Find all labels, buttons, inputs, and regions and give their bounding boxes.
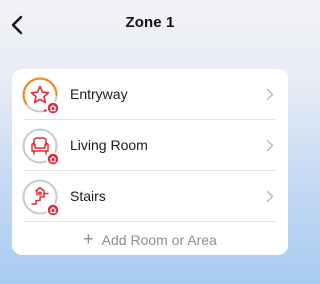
- room-icon-entryway: [21, 76, 61, 116]
- row-divider: [24, 221, 276, 222]
- navigation-bar: Zone 1: [0, 0, 300, 50]
- room-label: Entryway: [70, 86, 128, 102]
- room-row-stairs[interactable]: Stairs: [12, 171, 288, 222]
- home-badge-icon: [46, 203, 60, 217]
- plus-icon: +: [83, 229, 94, 249]
- add-room-button[interactable]: + Add Room or Area: [12, 225, 288, 255]
- room-label: Stairs: [70, 188, 106, 204]
- room-icon-living-room: [21, 127, 61, 167]
- rooms-card: Entryway Living Room Stairs + Add Room o…: [12, 69, 288, 255]
- add-room-label: Add Room or Area: [101, 232, 217, 248]
- page-title: Zone 1: [125, 14, 175, 31]
- room-row-entryway[interactable]: Entryway: [12, 69, 288, 120]
- chevron-right-icon: [266, 88, 274, 101]
- room-row-living-room[interactable]: Living Room: [12, 120, 288, 171]
- chevron-right-icon: [266, 139, 274, 152]
- room-label: Living Room: [70, 137, 148, 153]
- home-badge-icon: [46, 101, 60, 115]
- home-badge-icon: [46, 152, 60, 166]
- chevron-right-icon: [266, 190, 274, 203]
- room-icon-stairs: [21, 178, 61, 218]
